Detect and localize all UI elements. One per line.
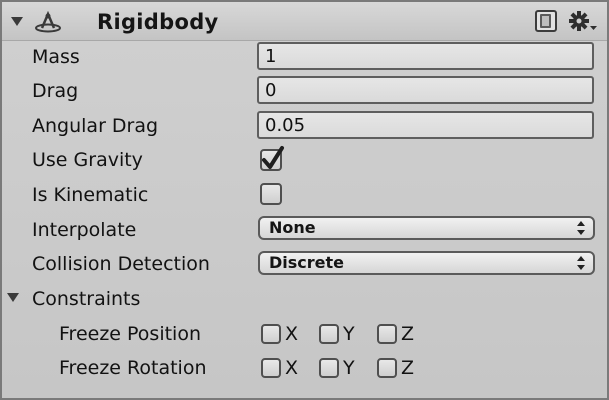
angular-drag-field[interactable] — [257, 111, 594, 139]
constraints-foldout-arrow-icon[interactable] — [7, 293, 19, 302]
freeze-rotation-label: Freeze Rotation — [59, 357, 207, 379]
interpolate-dropdown[interactable]: None — [258, 216, 595, 240]
freeze-position-x-checkbox[interactable] — [261, 324, 281, 344]
checkmark-icon — [262, 146, 284, 169]
freeze-position-x-label: X — [285, 323, 299, 345]
freeze-position-z-label: Z — [401, 323, 415, 345]
freeze-position-label: Freeze Position — [59, 323, 201, 345]
freeze-position-z-checkbox[interactable] — [377, 324, 397, 344]
collision-detection-label: Collision Detection — [32, 253, 210, 275]
component-title: Rigidbody — [97, 10, 219, 34]
foldout-arrow-icon[interactable] — [11, 17, 23, 26]
freeze-rotation-y-checkbox[interactable] — [319, 358, 339, 378]
collision-detection-dropdown[interactable]: Discrete — [258, 251, 595, 275]
use-gravity-label: Use Gravity — [32, 149, 143, 171]
freeze-rotation-y-label: Y — [343, 357, 355, 379]
interpolate-value: None — [269, 218, 316, 237]
freeze-position-y-checkbox[interactable] — [319, 324, 339, 344]
collision-detection-value: Discrete — [269, 253, 345, 272]
component-header[interactable]: Rigidbody — [2, 2, 607, 41]
dropdown-arrows-icon — [577, 256, 585, 270]
dropdown-arrows-icon — [577, 221, 585, 235]
gear-icon[interactable] — [568, 10, 598, 34]
mass-field[interactable] — [257, 42, 594, 70]
rigidbody-icon — [35, 11, 61, 33]
freeze-rotation-z-label: Z — [401, 357, 415, 379]
interpolate-label: Interpolate — [32, 219, 137, 241]
constraints-label[interactable]: Constraints — [32, 287, 140, 311]
help-book-icon[interactable] — [535, 10, 557, 32]
freeze-rotation-x-label: X — [285, 357, 299, 379]
rigidbody-inspector-panel: Rigidbody Mass Drag Angular Drag Use Gra… — [0, 0, 609, 400]
use-gravity-checkbox[interactable] — [260, 146, 284, 171]
angular-drag-label: Angular Drag — [32, 115, 159, 137]
freeze-rotation-z-checkbox[interactable] — [377, 358, 397, 378]
freeze-position-y-label: Y — [343, 323, 355, 345]
mass-label: Mass — [32, 46, 80, 68]
is-kinematic-checkbox[interactable] — [260, 183, 282, 205]
drag-field[interactable] — [257, 76, 594, 104]
drag-label: Drag — [32, 80, 79, 102]
is-kinematic-label: Is Kinematic — [32, 184, 149, 206]
freeze-rotation-x-checkbox[interactable] — [261, 358, 281, 378]
